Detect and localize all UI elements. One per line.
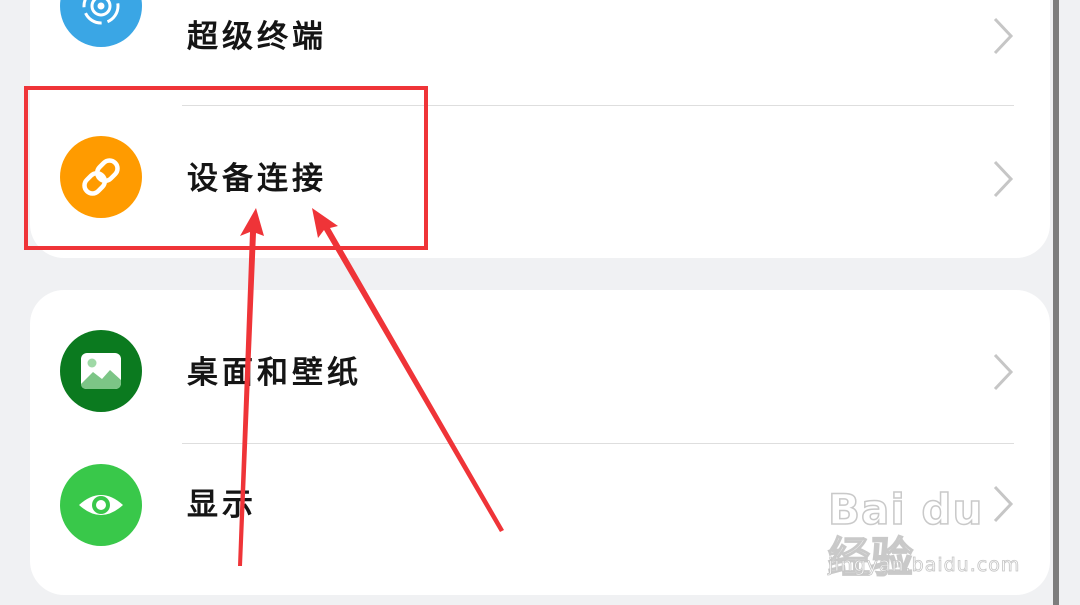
arrow-right: [312, 208, 504, 532]
arrow-left: [238, 208, 264, 566]
watermark-url: jingyan.baidu.com: [828, 554, 1021, 577]
watermark: Bai du 经验 jingyan.baidu.com: [827, 485, 1028, 583]
